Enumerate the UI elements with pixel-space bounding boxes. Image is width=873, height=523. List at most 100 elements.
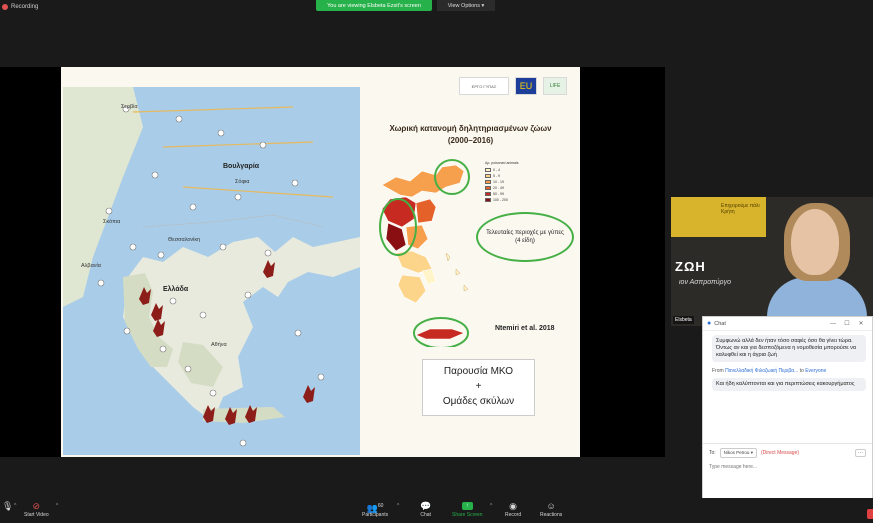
map-marker xyxy=(175,115,183,123)
end-meeting-edge[interactable] xyxy=(867,509,873,519)
map-marker xyxy=(317,373,325,381)
to-label: To: xyxy=(709,450,716,456)
sender-name[interactable]: Πανελλαδική Φιλοζωική Περιβα... xyxy=(725,368,798,374)
share-options-caret[interactable]: ^ xyxy=(490,503,492,509)
chat-message-sender: From Πανελλαδική Φιλοζωική Περιβα... to … xyxy=(712,368,866,374)
map-marker xyxy=(291,179,299,187)
vulture-areas-note: Τελευταίες περιοχές με γύπες (4 είδη) xyxy=(476,212,574,262)
chat-titlebar: ● Chat — ☐ ✕ xyxy=(703,317,872,331)
chat-input[interactable] xyxy=(709,464,866,470)
maximize-icon[interactable]: ☐ xyxy=(840,320,854,327)
view-options-label: View Options xyxy=(447,2,480,9)
region-peloponnese xyxy=(397,274,427,304)
map-marker xyxy=(184,365,192,373)
map-marker xyxy=(264,249,272,257)
map-marker xyxy=(217,129,225,137)
record-label: Record xyxy=(505,512,522,518)
share-screen-icon: ↑ xyxy=(461,502,473,510)
map-marker xyxy=(244,291,252,299)
legend-label: 10 - 19 xyxy=(493,180,504,184)
chat-message: Συμφωνώ αλλά δεν ήταν τόσο σαφές όσο θα … xyxy=(712,335,866,362)
map-marker xyxy=(234,193,242,201)
slide-title-line1: Χωρική κατανομή δηλητηριασμένων ζώων xyxy=(389,124,552,133)
minimize-icon[interactable]: — xyxy=(826,321,840,327)
choropleth-map xyxy=(379,159,470,347)
share-screen-label: Share Screen xyxy=(452,512,483,518)
legend-row: 100 - 200 xyxy=(485,197,519,203)
logo-life: LIFE xyxy=(543,77,567,95)
background-subtext: ιον Ασπροπύργο xyxy=(679,279,731,286)
vulture-map: Σερβία Βουλγαρία Σόφια Σκόπια Αλβανία Θε… xyxy=(63,87,360,455)
background-text: ΖΩΗ xyxy=(675,259,706,274)
ngo-line1: Παρουσία ΜΚΟ xyxy=(443,366,514,377)
choropleth-legend: Αρ. poisoned animals 0 - 4 5 - 9 10 - 19… xyxy=(485,161,519,203)
legend-label: 20 - 49 xyxy=(493,186,504,190)
zoom-logo-icon: ● xyxy=(707,320,712,327)
background-sign: Επιχειρούμε πάλι Κρήτη xyxy=(671,197,766,237)
audio-options-caret[interactable]: ^ xyxy=(14,503,16,509)
person-face xyxy=(791,209,839,275)
start-video-button[interactable]: ⊘ Start Video xyxy=(24,501,49,518)
chat-message: Και ήδη καλύπτονται και για περιπτώσεις … xyxy=(712,378,866,391)
from-prefix: From xyxy=(712,368,724,374)
legend-swatch xyxy=(485,180,491,184)
zoom-window: Recording You are viewing Elsbeta Ezsit'… xyxy=(0,0,873,523)
chat-icon: 💬 xyxy=(420,501,432,511)
vulture-icon xyxy=(303,385,315,403)
recording-dot-icon xyxy=(2,4,8,10)
recipient-everyone[interactable]: Everyone xyxy=(805,368,826,374)
map-marker xyxy=(129,243,137,251)
partner-logos: ΕΡΓΟ ΓΥΠΑΣ EU LIFE xyxy=(459,77,567,95)
start-video-label: Start Video xyxy=(24,512,49,518)
region-islands xyxy=(445,252,469,292)
presentation-slide: Σερβία Βουλγαρία Σόφια Σκόπια Αλβανία Θε… xyxy=(61,67,580,457)
share-screen-button[interactable]: ↑ Share Screen xyxy=(452,501,483,518)
legend-label: 5 - 9 xyxy=(493,174,501,178)
recipient-name: Nikos Petrou xyxy=(723,450,750,455)
legend-swatch xyxy=(485,168,491,172)
more-options-button[interactable]: ··· xyxy=(855,449,866,457)
map-label-skopje: Σκόπια xyxy=(103,219,121,225)
region-thrace xyxy=(381,164,465,198)
legend-label: 0 - 4 xyxy=(493,168,501,172)
map-marker xyxy=(105,207,113,215)
recipient-dropdown[interactable]: Nikos Petrou ▾ xyxy=(719,448,757,458)
microphone-icon: 🎙 xyxy=(2,501,14,511)
audio-button[interactable]: 🎙 xyxy=(2,501,13,512)
region-crete xyxy=(415,328,465,340)
region-epirus xyxy=(385,222,407,252)
map-marker xyxy=(123,327,131,335)
meeting-toolbar: 🎙 ^ ⊘ Start Video ^ 👥60 Participants ^ 💬… xyxy=(0,498,873,523)
map-marker xyxy=(97,279,105,287)
participants-label: Participants xyxy=(362,512,389,518)
chat-panel: ● Chat — ☐ ✕ Συμφωνώ αλλά δεν ήταν τόσο … xyxy=(702,316,873,500)
video-off-icon: ⊘ xyxy=(32,501,41,511)
map-label-bulgaria: Βουλγαρία xyxy=(223,163,260,170)
legend-swatch xyxy=(485,192,491,196)
map-marker xyxy=(157,251,165,259)
recording-label: Recording xyxy=(11,4,39,10)
viewing-banner: You are viewing Elsbeta Ezsit's screen xyxy=(316,0,432,11)
map-marker xyxy=(219,243,227,251)
record-button[interactable]: ◉ Record xyxy=(505,501,521,518)
close-icon[interactable]: ✕ xyxy=(854,320,868,327)
logo-eu: EU xyxy=(515,77,537,95)
map-marker xyxy=(199,311,207,319)
chevron-down-icon: ▾ xyxy=(750,450,753,455)
legend-swatch xyxy=(485,174,491,178)
chat-button[interactable]: 💬 Chat xyxy=(420,501,431,518)
citation: Ntemiri et al. 2018 xyxy=(495,325,555,332)
participants-button[interactable]: 👥60 Participants xyxy=(362,501,388,518)
map-label-greece: Ελλάδα xyxy=(163,286,189,293)
map-marker xyxy=(189,203,197,211)
reactions-button[interactable]: ☺ Reactions xyxy=(540,501,562,518)
crete xyxy=(203,407,285,423)
map-marker xyxy=(294,329,302,337)
participants-options-caret[interactable]: ^ xyxy=(397,503,399,509)
video-options-caret[interactable]: ^ xyxy=(56,503,58,509)
legend-title: Αρ. poisoned animals xyxy=(485,161,519,165)
record-icon: ◉ xyxy=(509,501,517,511)
participant-video[interactable]: Επιχειρούμε πάλι Κρήτη ΖΩΗ ιον Ασπροπύργ… xyxy=(671,197,873,326)
legend-label: 50 - 99 xyxy=(493,192,504,196)
view-options-button[interactable]: View Options ▾ xyxy=(437,0,495,11)
